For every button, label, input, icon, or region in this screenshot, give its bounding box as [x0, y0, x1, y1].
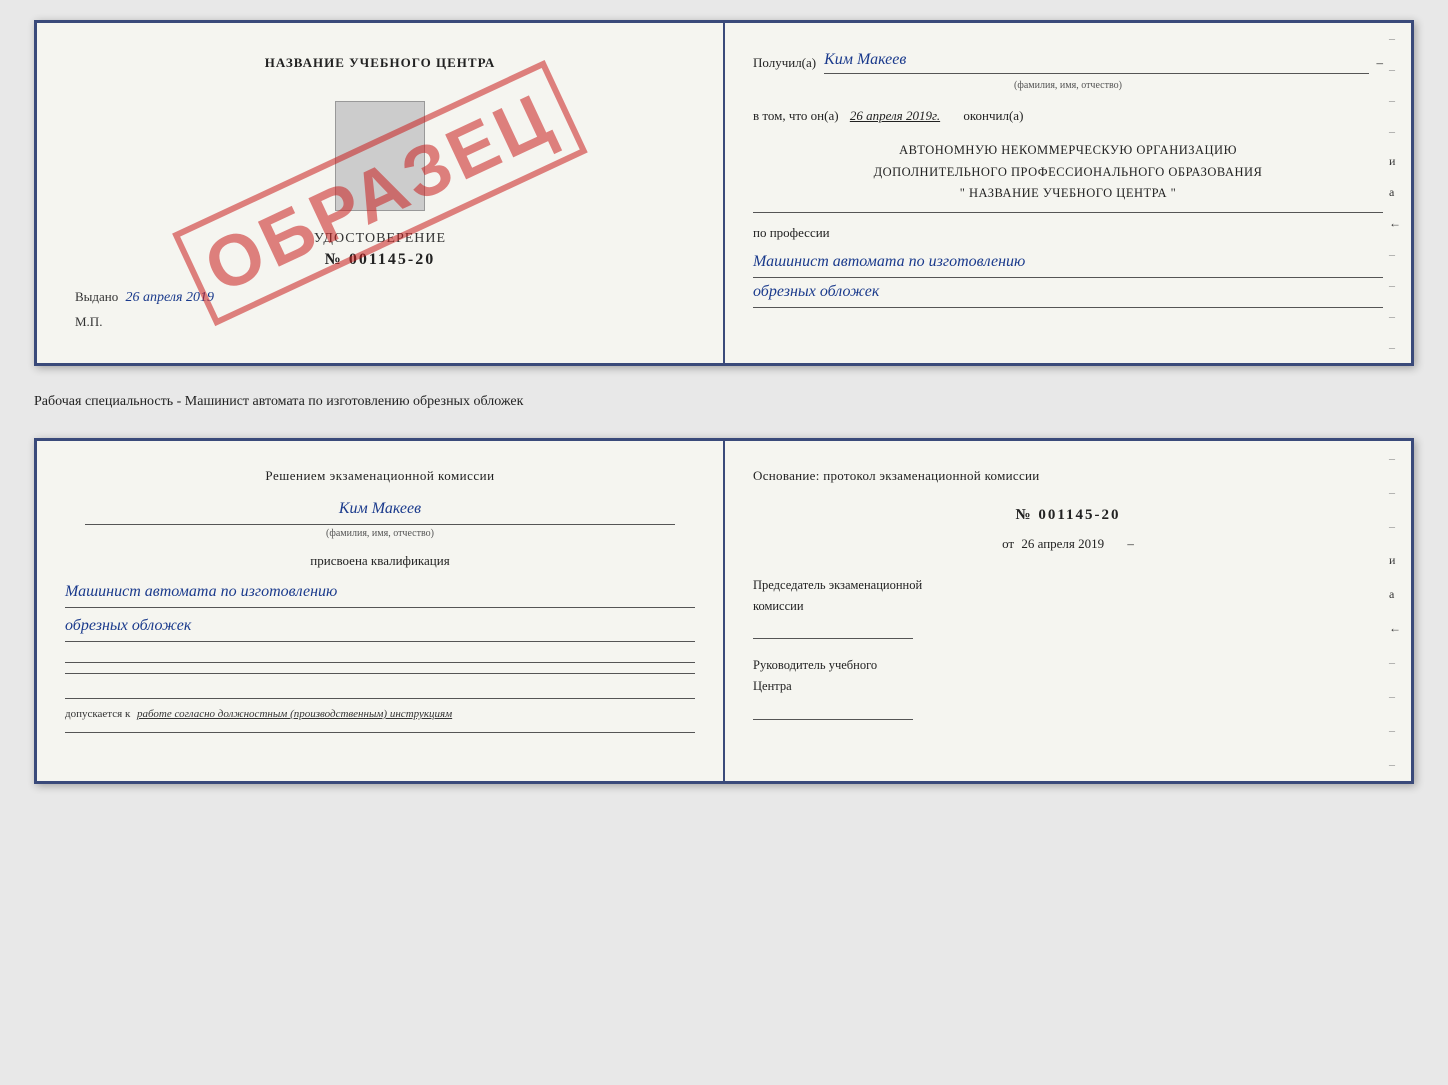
- mp-line: М.П.: [65, 314, 695, 330]
- org-line1: АВТОНОМНУЮ НЕКОММЕРЧЕСКУЮ ОРГАНИЗАЦИЮ: [753, 140, 1383, 161]
- top-center-title: НАЗВАНИЕ УЧЕБНОГО ЦЕНТРА: [265, 55, 496, 71]
- vydano-date: 26 апреля 2019: [126, 290, 214, 305]
- predsedatel-block: Председатель экзаменационной комиссии: [753, 575, 1383, 640]
- bottom-divider1: [65, 662, 695, 663]
- top-left-page: НАЗВАНИЕ УЧЕБНОГО ЦЕНТРА ОБРАЗЕЦ УДОСТОВ…: [37, 23, 725, 363]
- protocol-date-value: 26 апреля 2019: [1021, 536, 1104, 551]
- poluchil-label: Получил(а): [753, 53, 816, 74]
- dash-after-name: –: [1377, 53, 1384, 74]
- profession-value: Машинист автомата по изготовлению: [753, 248, 1383, 278]
- protocol-date-label: от: [1002, 536, 1014, 551]
- fio-subtitle: (фамилия, имя, отчество): [753, 78, 1383, 94]
- org-line3: " НАЗВАНИЕ УЧЕБНОГО ЦЕНТРА ": [753, 183, 1383, 204]
- bottom-divider2: [65, 673, 695, 674]
- udostoverenie-block: УДОСТОВЕРЕНИЕ № 001145-20: [314, 231, 446, 269]
- udostoverenie-number: № 001145-20: [314, 251, 446, 269]
- prisvoyena-label: присвоена квалификация: [65, 550, 695, 572]
- komissia-fio-sub: (фамилия, имя, отчество): [85, 524, 675, 542]
- vydano-line: Выдано 26 апреля 2019: [65, 289, 695, 306]
- photo-placeholder: [335, 101, 425, 211]
- bottom-document: Решением экзаменационной комиссии Ким Ма…: [34, 438, 1414, 784]
- dash-right: –: [1127, 536, 1134, 551]
- protocol-date: от 26 апреля 2019 –: [753, 533, 1383, 555]
- vydano-label: Выдано: [75, 289, 118, 304]
- vtom-line: в том, что он(а) 26 апреля 2019г. окончи…: [753, 106, 1383, 127]
- org-block: АВТОНОМНУЮ НЕКОММЕРЧЕСКУЮ ОРГАНИЗАЦИЮ ДО…: [753, 140, 1383, 204]
- bottom-right-page: Основание: протокол экзаменационной коми…: [725, 441, 1411, 781]
- recipient-line: Получил(а) Ким Макеев –: [753, 47, 1383, 74]
- profession-label: по профессии: [753, 223, 1383, 244]
- vtom-label: в том, что он(а): [753, 108, 839, 123]
- recipient-name: Ким Макеев: [824, 47, 1368, 74]
- rukovoditel-label: Руководитель учебного: [753, 655, 1383, 676]
- dopuskaetsya-label: допускается к: [65, 708, 130, 720]
- top-document: НАЗВАНИЕ УЧЕБНОГО ЦЕНТРА ОБРАЗЕЦ УДОСТОВ…: [34, 20, 1414, 366]
- profession-value2: обрезных обложек: [753, 278, 1383, 308]
- bottom-divider3: [65, 732, 695, 733]
- qualification-value2: обрезных обложек: [65, 612, 695, 642]
- tsentra-label: Центра: [753, 676, 1383, 697]
- bottom-left-page: Решением экзаменационной комиссии Ким Ма…: [37, 441, 725, 781]
- right-dashes-bottom: – – – и а ← – – – –: [1389, 441, 1405, 781]
- qualification-value: Машинист автомата по изготовлению: [65, 578, 695, 608]
- protocol-number: № 001145-20: [753, 503, 1383, 529]
- right-dashes: – – – – и а ← – – – –: [1389, 23, 1405, 363]
- komissia-title: Решением экзаменационной комиссии: [65, 465, 695, 487]
- osnovaniye: Основание: протокол экзаменационной коми…: [753, 465, 1383, 487]
- top-right-page: Получил(а) Ким Макеев – (фамилия, имя, о…: [725, 23, 1411, 363]
- komissia-name: Ким Макеев: [65, 495, 695, 522]
- rukovoditel-signature-line: [753, 702, 913, 720]
- predsedatel-label: Председатель экзаменационной: [753, 575, 1383, 596]
- org-line2: ДОПОЛНИТЕЛЬНОГО ПРОФЕССИОНАЛЬНОГО ОБРАЗО…: [753, 162, 1383, 183]
- specialty-line: Рабочая специальность - Машинист автомат…: [34, 390, 1414, 414]
- predsedatel-signature-line: [753, 621, 913, 639]
- dopuskaetsya-block: допускается к работе согласно должностны…: [65, 698, 695, 724]
- udostoverenie-label: УДОСТОВЕРЕНИЕ: [314, 231, 446, 247]
- divider-1: [753, 212, 1383, 213]
- dopusk-text: работе согласно должностным (производств…: [137, 708, 452, 720]
- okonchil-label: окончил(а): [963, 108, 1023, 123]
- komissiyi-label: комиссии: [753, 596, 1383, 617]
- rukovoditel-block: Руководитель учебного Центра: [753, 655, 1383, 720]
- vtom-date: 26 апреля 2019г.: [850, 108, 940, 123]
